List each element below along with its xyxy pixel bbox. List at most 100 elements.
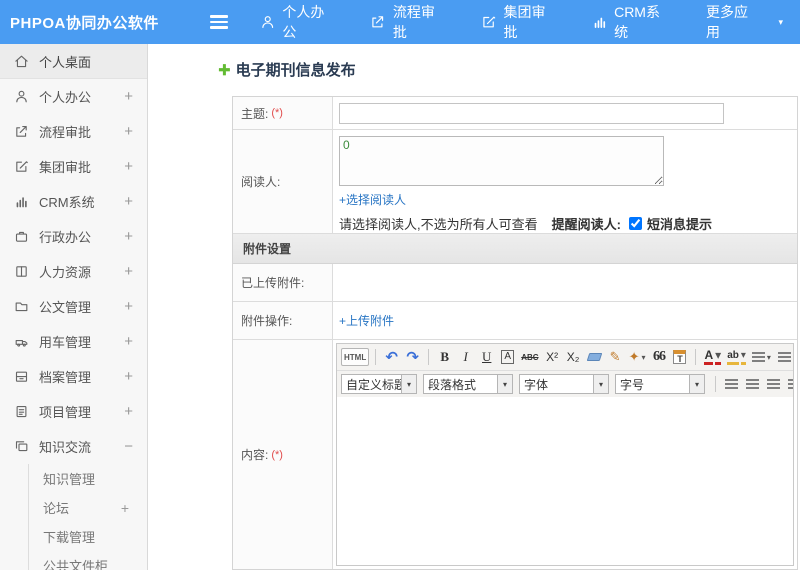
unordered-list-icon[interactable]	[775, 347, 793, 367]
project-icon	[14, 404, 29, 419]
font-color-icon[interactable]: A ▾	[702, 347, 723, 367]
expand-icon[interactable]: +	[124, 263, 133, 280]
align-center-icon[interactable]	[743, 374, 762, 394]
html-source-button[interactable]: HTML	[341, 348, 370, 366]
nav-item-4[interactable]: 更多应用 ▾	[689, 0, 800, 44]
sidebar-subitem-1[interactable]: 论坛 +	[29, 493, 147, 522]
editor-select-1[interactable]: 段落格式 ▾	[423, 374, 513, 394]
top-header: PHPOA协同办公软件 个人办公 流程审批 集团审批 CRM系统 更多应用 ▾	[0, 0, 800, 44]
editor-select-value: 自定义标题	[346, 377, 401, 392]
sidebar-subitem-3[interactable]: 公共文件柜	[29, 551, 147, 570]
choose-readers-link[interactable]: +选择阅读人	[339, 191, 406, 208]
subject-row: 主题: (*)	[233, 97, 797, 130]
sidebar-item-label: 项目管理	[39, 405, 92, 420]
expand-icon[interactable]: +	[124, 298, 133, 315]
toolbar-separator	[715, 376, 716, 392]
bold-icon[interactable]: B	[435, 347, 454, 367]
blockquote-icon[interactable]: 66	[649, 347, 668, 367]
chevron-down-icon[interactable]: ▾	[497, 375, 512, 393]
ordered-list-icon[interactable]: ▾	[750, 347, 773, 367]
chevron-down-icon: ▾	[766, 352, 771, 362]
archive-icon	[14, 369, 29, 384]
chevron-down-icon: ▾	[715, 349, 722, 365]
underline-icon[interactable]: U	[477, 347, 496, 367]
font-style-box-icon[interactable]: A	[498, 347, 517, 367]
sidebar-item-1[interactable]: 个人办公 +	[0, 79, 147, 114]
nav-item-0[interactable]: 个人办公	[243, 0, 354, 44]
car-icon	[14, 334, 29, 349]
align-left-icon[interactable]	[722, 374, 741, 394]
subscript-icon[interactable]: X₂	[564, 347, 583, 367]
sidebar-item-label: 行政办公	[39, 230, 92, 245]
user-icon	[260, 14, 275, 30]
toolbar-glyph: ab	[727, 350, 739, 365]
chevron-down-icon[interactable]: ▾	[401, 375, 416, 393]
align-justify-icon[interactable]	[785, 374, 793, 394]
expand-icon[interactable]: +	[121, 500, 129, 516]
sidebar-item-8[interactable]: 用车管理 +	[0, 324, 147, 359]
undo-icon[interactable]: ↶	[382, 347, 401, 367]
strikethrough-icon[interactable]: ABC	[519, 347, 540, 367]
nav-item-label: 集团审批	[503, 4, 546, 40]
format-brush-icon[interactable]: ✎	[606, 347, 625, 367]
chevron-down-icon[interactable]: ▾	[593, 375, 608, 393]
edit-icon	[14, 159, 29, 174]
chevron-down-icon: ▾	[778, 16, 784, 27]
main-content: ✚ 电子期刊信息发布 主题: (*) 阅读人: 0 +选择阅读人 请选择阅读人,…	[148, 44, 800, 570]
sidebar-subitem-0[interactable]: 知识管理	[29, 464, 147, 493]
nav-item-2[interactable]: 集团审批	[464, 0, 575, 44]
sidebar-item-6[interactable]: 人力资源 +	[0, 254, 147, 289]
chevron-down-icon[interactable]: ▾	[689, 375, 704, 393]
align-right-icon[interactable]	[764, 374, 783, 394]
sidebar-item-9[interactable]: 档案管理 +	[0, 359, 147, 394]
toolbar-glyph: ↷	[406, 349, 419, 366]
sidebar-item-11[interactable]: 知识交流 −	[0, 429, 147, 464]
expand-icon[interactable]: +	[124, 193, 133, 210]
sidebar-item-label: 个人桌面	[39, 54, 92, 70]
sidebar-item-0[interactable]: 个人桌面	[0, 44, 147, 79]
redo-icon[interactable]: ↷	[403, 347, 422, 367]
editor-select-0[interactable]: 自定义标题 ▾	[341, 374, 417, 394]
expand-icon[interactable]: +	[124, 158, 133, 175]
eraser-icon[interactable]	[585, 347, 604, 367]
sms-remind-checkbox[interactable]	[628, 217, 642, 230]
nav-item-1[interactable]: 流程审批	[353, 0, 464, 44]
expand-icon[interactable]: +	[124, 123, 133, 140]
sidebar-item-3[interactable]: 集团审批 +	[0, 149, 147, 184]
editor-select-3[interactable]: 字号 ▾	[615, 374, 705, 394]
chart-icon	[14, 194, 29, 209]
expand-icon[interactable]: +	[124, 403, 133, 420]
sidebar-item-4[interactable]: CRM系统 +	[0, 184, 147, 219]
sidebar-item-7[interactable]: 公文管理 +	[0, 289, 147, 324]
upload-attachment-link[interactable]: +上传附件	[339, 312, 394, 329]
sidebar-item-2[interactable]: 流程审批 +	[0, 114, 147, 149]
chat-icon	[14, 439, 29, 454]
editor-select-2[interactable]: 字体 ▾	[519, 374, 609, 394]
toolbar-glyph: A	[704, 349, 714, 365]
editor-body[interactable]	[337, 397, 793, 565]
hamburger-menu-icon[interactable]	[196, 15, 243, 29]
subject-input[interactable]	[339, 102, 724, 124]
expand-icon[interactable]: +	[124, 368, 133, 385]
expand-icon[interactable]: +	[124, 333, 133, 350]
expand-icon[interactable]: +	[124, 228, 133, 245]
edit-icon	[481, 14, 496, 30]
highlight-color-icon[interactable]: ab ▾	[725, 347, 748, 367]
nav-item-3[interactable]: CRM系统	[575, 0, 689, 44]
italic-icon[interactable]: I	[456, 347, 475, 367]
content-row: 内容: (*) HTML ↶ ↷ B I U A ABC X² X₂ ✎ ✦ ▾ 66 T A ▾ ab ▾ ▾ 自定…	[233, 340, 797, 569]
sidebar-item-label: 用车管理	[39, 335, 92, 350]
expand-icon[interactable]: +	[124, 88, 133, 105]
autoformat-icon[interactable]: ✦ ▾	[627, 347, 648, 367]
toolbar-glyph: U	[482, 349, 492, 364]
toolbar-separator	[428, 349, 430, 365]
sidebar-item-label: 个人办公	[39, 90, 92, 105]
sidebar-subitem-2[interactable]: 下载管理	[29, 522, 147, 551]
content-value-cell: HTML ↶ ↷ B I U A ABC X² X₂ ✎ ✦ ▾ 66 T A ▾ ab ▾ ▾ 自定义标题 ▾ 段落格式…	[333, 340, 797, 569]
sidebar-item-10[interactable]: 项目管理 +	[0, 394, 147, 429]
collapse-icon[interactable]: −	[124, 438, 133, 455]
paste-as-text-icon[interactable]: T	[670, 347, 689, 367]
sidebar-item-5[interactable]: 行政办公 +	[0, 219, 147, 254]
superscript-icon[interactable]: X²	[543, 347, 562, 367]
readers-textarea[interactable]: 0	[339, 136, 664, 186]
